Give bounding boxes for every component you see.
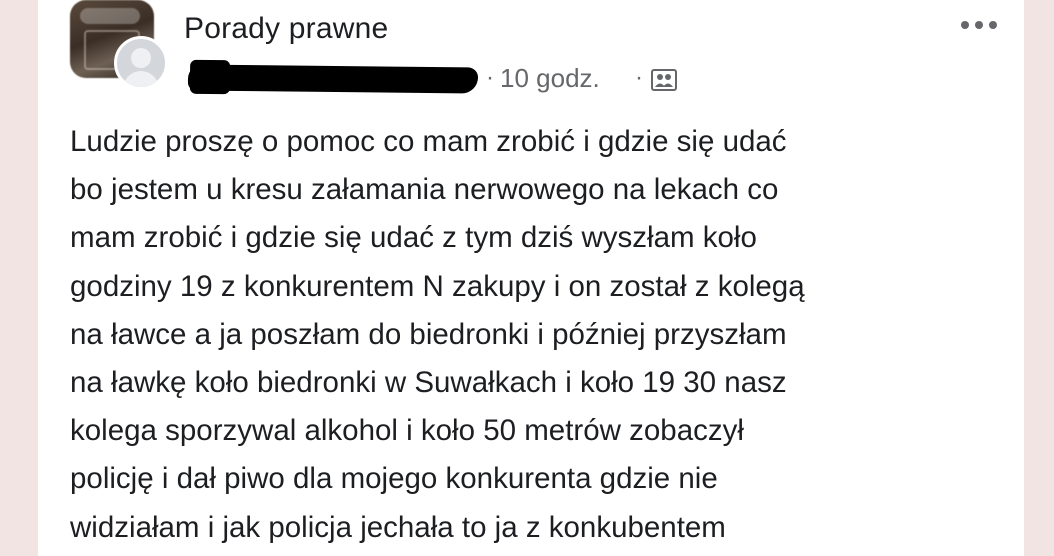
- post-body: Ludzie proszę o pomoc co mam zrobić i gd…: [70, 118, 1010, 552]
- meta-separator: ·: [486, 64, 494, 91]
- group-avatar-highlight: [80, 8, 140, 24]
- more-options-button[interactable]: [956, 14, 1002, 36]
- post-text-line: widziałam i jak policja jechała to ja z …: [70, 510, 726, 544]
- more-options-icon: [961, 21, 997, 29]
- post-text-line: godziny 19 z konkurentem N zakupy i on z…: [70, 269, 805, 303]
- group-audience-icon: [651, 69, 677, 91]
- post-avatars: [70, 0, 168, 90]
- post-text-line: kolega sporzywal alkohol i koło 50 metró…: [70, 414, 744, 448]
- post-meta: · 10 godz. ·: [187, 59, 708, 100]
- post-text-line: bo jestem u kresu załamania nerwowego na…: [70, 173, 779, 207]
- post-text-line: policję i dał piwo dla mojego konkurenta…: [70, 462, 718, 496]
- author-avatar[interactable]: [114, 36, 168, 90]
- post-text-line: Ludzie proszę o pomoc co mam zrobić i gd…: [70, 125, 787, 158]
- post-text-line: na ławkę koło biedronki w Suwałkach i ko…: [70, 366, 787, 400]
- post-text-line: na ławce a ja poszłam do biedronki i póź…: [70, 317, 787, 351]
- meta-separator: ·: [635, 64, 643, 91]
- group-name-link[interactable]: Porady prawne: [184, 12, 388, 46]
- post-timestamp[interactable]: 10 godz.: [500, 63, 600, 94]
- default-avatar-body: [123, 71, 159, 87]
- post-card: Porady prawne · 10 godz. · Ludzie proszę…: [38, 0, 1024, 556]
- post-text-line: mam zrobić i gdzie się udać z tym dziś w…: [70, 221, 757, 255]
- default-avatar-head: [131, 48, 151, 68]
- redacted-author-name: [187, 64, 479, 94]
